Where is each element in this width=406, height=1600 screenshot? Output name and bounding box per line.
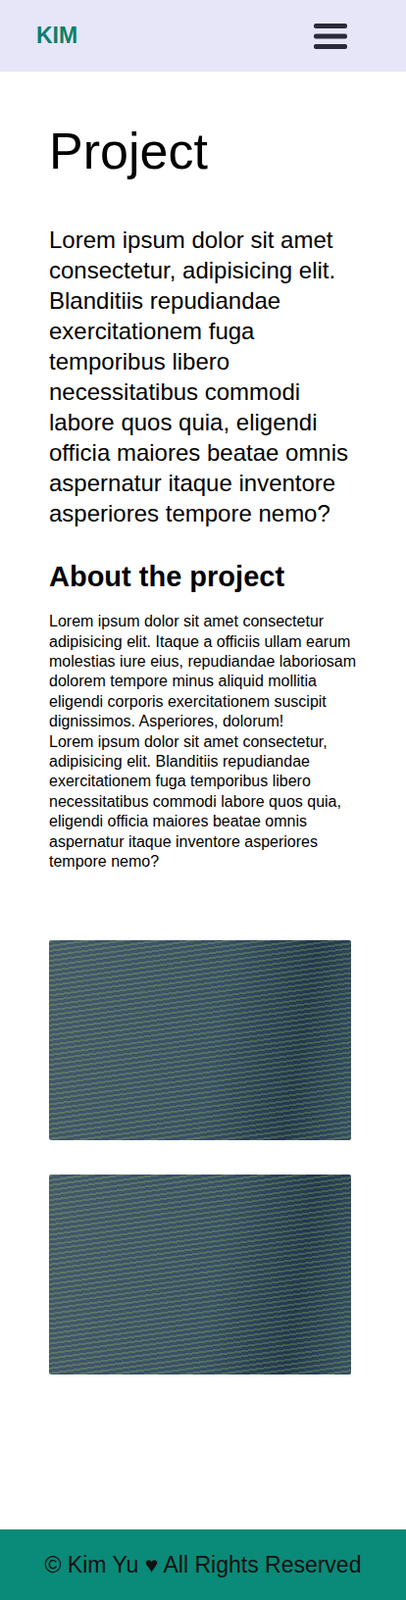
paragraph: Lorem ipsum dolor sit amet consectetur, … xyxy=(49,732,357,873)
project-photo xyxy=(49,940,352,1141)
section-body: Lorem ipsum dolor sit amet consectetur a… xyxy=(49,611,357,872)
copyright-text: © Kim Yu ♥ All Rights Reserved xyxy=(45,1552,362,1579)
hamburger-menu-icon[interactable] xyxy=(313,22,348,51)
paragraph: Lorem ipsum dolor sit amet consectetur a… xyxy=(49,611,357,732)
footer: © Kim Yu ♥ All Rights Reserved xyxy=(0,1529,406,1600)
page: KIM Project Lorem ipsum dolor sit amet con… xyxy=(0,0,406,1600)
logo[interactable]: KIM xyxy=(36,22,78,50)
project-content: Project Lorem ipsum dolor sit amet consec… xyxy=(0,71,406,1481)
section-title: About the project xyxy=(49,559,357,595)
gallery xyxy=(49,940,357,1375)
intro-text: Lorem ipsum dolor sit amet consectetur, … xyxy=(49,224,357,529)
project-photo xyxy=(49,1174,352,1375)
header: KIM xyxy=(0,0,406,72)
page-title: Project xyxy=(49,120,357,182)
